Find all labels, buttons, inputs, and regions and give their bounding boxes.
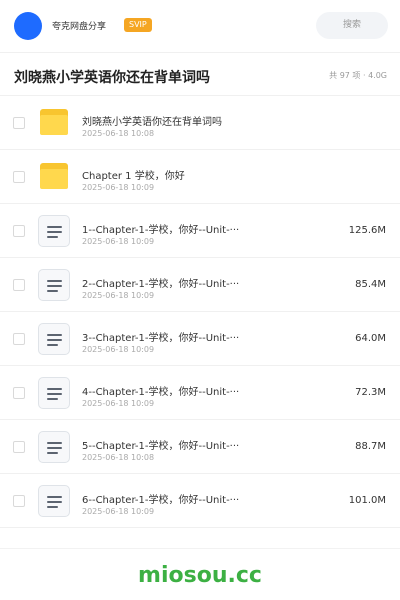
file-size: 88.7M [355,441,386,452]
file-size: 64.0M [355,333,386,344]
brand-watermark: miosou.cc [138,563,262,588]
share-owner-name: 夸克网盘分享 [52,22,107,32]
file-row[interactable]: 3--Chapter-1-学校，你好--Unit-··· 2025-06-18 1… [0,312,400,366]
file-name: 1--Chapter-1-学校，你好--Unit-··· [82,225,240,236]
file-date: 2025-06-18 10:09 [82,507,155,516]
file-date: 2025-06-18 10:09 [82,237,155,246]
row-checkbox[interactable] [13,171,25,183]
file-row[interactable]: Chapter 1 学校，你好 2025-06-18 10:09 [0,150,400,204]
file-date: 2025-06-18 10:08 [82,453,155,462]
file-size: 72.3M [355,387,386,398]
file-size: 85.4M [355,279,386,290]
footer: miosou.cc [0,548,400,600]
file-name: 2--Chapter-1-学校，你好--Unit-··· [82,279,240,290]
file-date: 2025-06-18 10:09 [82,183,155,192]
document-icon [38,485,70,517]
file-row[interactable]: 刘晓燕小学英语你还在背单词吗 2025-06-18 10:08 [0,96,400,150]
row-checkbox[interactable] [13,495,25,507]
file-name: Chapter 1 学校，你好 [82,171,185,182]
file-summary: 共 97 项 · 4.0G [329,71,387,80]
file-row[interactable]: 1--Chapter-1-学校，你好--Unit-··· 2025-06-18 1… [0,204,400,258]
row-checkbox[interactable] [13,225,25,237]
search-button[interactable]: 搜索 [316,12,388,39]
row-checkbox[interactable] [13,117,25,129]
folder-icon [38,107,70,139]
file-name: 4--Chapter-1-学校，你好--Unit-··· [82,387,240,398]
file-row[interactable]: 4--Chapter-1-学校，你好--Unit-··· 2025-06-18 1… [0,366,400,420]
file-row[interactable]: 2--Chapter-1-学校，你好--Unit-··· 2025-06-18 1… [0,258,400,312]
document-icon [38,431,70,463]
file-size: 125.6M [348,225,386,236]
document-icon [38,323,70,355]
file-size: 101.0M [348,495,386,506]
file-date: 2025-06-18 10:09 [82,345,155,354]
top-bar: 夸克网盘分享 SVIP 搜索 [0,0,400,52]
row-checkbox[interactable] [13,333,25,345]
file-name: 3--Chapter-1-学校，你好--Unit-··· [82,333,240,344]
document-icon [38,377,70,409]
file-row[interactable]: 5--Chapter-1-学校，你好--Unit-··· 2025-06-18 1… [0,420,400,474]
file-date: 2025-06-18 10:09 [82,399,155,408]
folder-icon [38,161,70,193]
avatar[interactable] [14,12,42,40]
file-list: 刘晓燕小学英语你还在背单词吗 2025-06-18 10:08 Chapter 1 … [0,96,400,528]
file-name: 5--Chapter-1-学校，你好--Unit-··· [82,441,240,452]
row-checkbox[interactable] [13,441,25,453]
page-title: 刘晓燕小学英语你还在背单词吗 [14,70,210,86]
file-name: 6--Chapter-1-学校，你好--Unit-··· [82,495,240,506]
row-checkbox[interactable] [13,279,25,291]
file-row[interactable]: 6--Chapter-1-学校，你好--Unit-··· 2025-06-18 1… [0,474,400,528]
row-checkbox[interactable] [13,387,25,399]
title-bar: 刘晓燕小学英语你还在背单词吗 共 97 项 · 4.0G [0,52,400,96]
file-date: 2025-06-18 10:09 [82,291,155,300]
document-icon [38,215,70,247]
svip-badge: SVIP [124,18,152,32]
file-date: 2025-06-18 10:08 [82,129,155,138]
document-icon [38,269,70,301]
file-name: 刘晓燕小学英语你还在背单词吗 [82,117,222,128]
